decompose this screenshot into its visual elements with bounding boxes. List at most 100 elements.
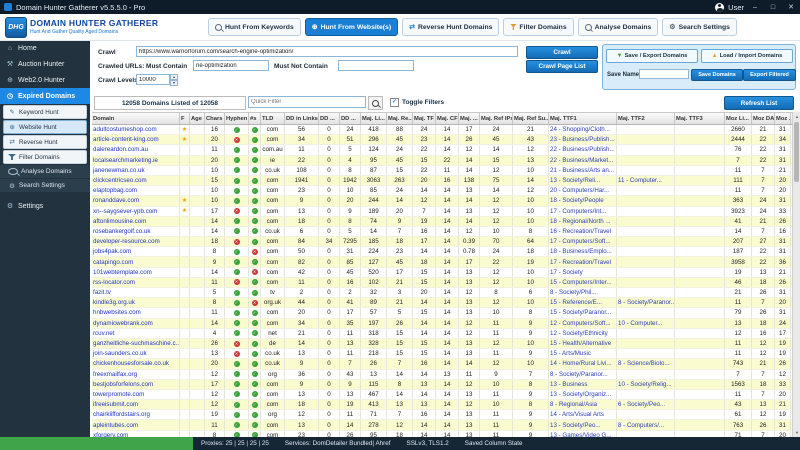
scroll-down-icon[interactable]: ▼ [793, 428, 800, 437]
crawl-button[interactable]: Crawl [526, 46, 598, 59]
quick-filter-input[interactable] [248, 96, 366, 108]
column-header-maj-ref-su[interactable]: Maj. Ref Su... [513, 113, 549, 124]
load-import-button[interactable]: ▲ Load / Import Domains [701, 49, 793, 63]
tab-reverse-hunt-domains[interactable]: ⇄ Reverse Hunt Domains [402, 18, 499, 36]
sidebar-item-analyse-domains[interactable]: Analyse Domains [0, 165, 90, 178]
must-contain-input[interactable] [193, 60, 269, 71]
must-not-contain-input[interactable] [338, 60, 414, 71]
table-row[interactable]: ganzheitliche-suchmaschine.c...26✕✓de140… [92, 339, 792, 349]
column-header-maj-ttf1[interactable]: Maj. TTF1 [549, 113, 617, 124]
column-header-moz-da[interactable]: Moz DA [752, 113, 775, 124]
tab-analyse-domains[interactable]: Analyse Domains [578, 18, 659, 36]
tab-hunt-from-keywords[interactable]: Hunt From Keywords [208, 18, 301, 36]
crawl-url-input[interactable] [136, 46, 518, 57]
sidebar-item-keyword-hunt[interactable]: ✎ Keyword Hunt [3, 105, 87, 119]
column-header-dd[interactable]: DD ... [340, 113, 361, 124]
tab-search-settings[interactable]: ⚙ Search Settings [662, 18, 737, 36]
sidebar-item-search-settings[interactable]: ⚙ Search Settings [0, 179, 90, 192]
table-row[interactable]: apleintubes.com11✓✓com130142781214141311… [92, 420, 792, 430]
scroll-thumb[interactable] [794, 122, 799, 182]
table-row[interactable]: bestjobsforfelons.com17✓✓com909115813141… [92, 380, 792, 390]
cell-num [190, 166, 205, 175]
column-header-maj-ttf2[interactable]: Maj. TTF2 [617, 113, 675, 124]
column-header-tld[interactable]: TLD [261, 113, 285, 124]
table-row[interactable]: chickenhousesforsale.co.uk20✓✓co.uk90726… [92, 359, 792, 369]
sidebar-item-website-hunt[interactable]: ⊕ Website Hunt [3, 120, 87, 134]
column-header-maj-li[interactable]: Maj. Li... [361, 113, 387, 124]
export-filtered-button[interactable]: Export Filtered [743, 69, 796, 81]
table-row[interactable]: ronanddave.com★10✓✓com902024414121414121… [92, 196, 792, 206]
crawl-page-list-button[interactable]: Crawl Page List [526, 60, 598, 73]
sidebar-item-expired-domains[interactable]: ◷ Expired Domains [0, 88, 90, 104]
table-row[interactable]: developer-resource.com18✕✓com84347295185… [92, 237, 792, 247]
table-row[interactable]: xn--saygsever-ypb.com★17✕✓com13091892071… [92, 207, 792, 217]
search-button[interactable] [368, 96, 383, 110]
column-header-maj-tf[interactable]: Maj. TF [413, 113, 436, 124]
column-header-moz-li[interactable]: Moz Li... [725, 113, 752, 124]
cell-ttf [617, 390, 675, 399]
save-name-input[interactable] [639, 69, 689, 79]
tab-filter-domains[interactable]: Filter Domains [503, 18, 573, 36]
column-header-moz[interactable]: Moz ... [775, 113, 791, 124]
cell-num: 24 [480, 125, 513, 134]
table-row[interactable]: rosebankergolf.co.uk14✓✓co.uk60514716141… [92, 227, 792, 237]
table-row[interactable]: ifreeisubmit.com12✓✓com18019413131314121… [92, 400, 792, 410]
refresh-list-button[interactable]: Refresh List [724, 96, 794, 110]
sidebar-item-auction-hunter[interactable]: ⚒ Auction Hunter [0, 56, 90, 72]
user-label[interactable]: User [728, 3, 744, 12]
table-row[interactable]: chairkliffordstairs.org19✓✓org1201171716… [92, 410, 792, 420]
cell-num: 26 [775, 278, 791, 287]
table-row[interactable]: kindle3g.org.uk8✓✕org.uk4404189211414131… [92, 298, 792, 308]
column-header-domain[interactable]: Domain [92, 113, 180, 124]
save-domains-button[interactable]: Save Domains [691, 69, 743, 81]
table-row[interactable]: elaptopbag.com10✓✓com2301085241414131412… [92, 186, 792, 196]
table-row[interactable]: rss-locator.com11✕✓com110161022115141312… [92, 278, 792, 288]
spin-down-icon[interactable]: ▼ [170, 80, 178, 86]
tab-hunt-from-websites[interactable]: ⊕ Hunt From Website(s) [305, 18, 398, 36]
column-header-dd-in-links[interactable]: DD in Links [285, 113, 319, 124]
table-row[interactable]: 101webtemplate.com14✓✕com420455201715141… [92, 268, 792, 278]
table-row[interactable]: janenewman.co.uk10✓✓co.uk108088715221114… [92, 166, 792, 176]
sidebar-item-filter-domains[interactable]: Filter Domains [3, 150, 87, 164]
table-row[interactable]: freexmailfax.org12✓✓org36043131414131197… [92, 370, 792, 380]
table-row[interactable]: hnbwebsites.com11✓✓com200175751514131081… [92, 308, 792, 318]
table-row[interactable]: article-content-king.com★20✕✓com34051296… [92, 135, 792, 145]
column-header-maj-ref-ips[interactable]: Maj. Ref IPs [480, 113, 513, 124]
sidebar-item-home[interactable]: ⌂ Home [0, 40, 90, 56]
maximize-button[interactable]: □ [766, 0, 780, 14]
table-row[interactable]: catapingo.com9✓✓com820851274518141722191… [92, 257, 792, 267]
table-row[interactable]: adultcostumeshop.com★16✓✓com560244188824… [92, 125, 792, 135]
table-row[interactable]: dynamicwebrank.com14✓✓com340351972614141… [92, 319, 792, 329]
column-header-hyphen[interactable]: Hyphen [225, 113, 249, 124]
table-row[interactable]: join-saunders.co.uk13✕✓co.uk130112181515… [92, 349, 792, 359]
sidebar-item-reverse-hunt[interactable]: ⇄ Reverse Hunt [3, 135, 87, 149]
sidebar-item-settings[interactable]: ⚙ Settings [0, 198, 90, 214]
table-row[interactable]: towerpromote.com12✓✓com13013467141414131… [92, 390, 792, 400]
column-header-age[interactable]: Age [190, 113, 205, 124]
column-header-maj-ttf3[interactable]: Maj. TTF3 [675, 113, 725, 124]
column-header-maj[interactable]: Maj. ... [459, 113, 480, 124]
column-header-chars[interactable]: Chars [205, 113, 225, 124]
column-header-maj-cf[interactable]: Maj. CF [436, 113, 459, 124]
column-header-maj-re[interactable]: Maj. Re... [387, 113, 413, 124]
save-export-button[interactable]: ▼ Save / Export Domains [606, 49, 698, 63]
close-button[interactable]: ✕ [784, 0, 798, 14]
column-header-f[interactable]: F [180, 113, 190, 124]
toggle-filters[interactable]: ✓ Toggle Filters [390, 96, 444, 108]
minimize-button[interactable]: – [748, 0, 762, 14]
crawl-levels-stepper[interactable]: ▲ ▼ [170, 74, 178, 85]
sidebar-item-web20-hunter[interactable]: ⊕ Web2.0 Hunter [0, 72, 90, 88]
table-row[interactable]: dalereardon.com.au11✓✓com.au110512424221… [92, 145, 792, 155]
table-row[interactable]: aftonlimousine.com14✓✓com180874919141412… [92, 217, 792, 227]
table-row[interactable]: localsearchmarketing.ie20✓✓ie22049545152… [92, 156, 792, 166]
table-row[interactable]: rcuv.net4✓✓net210113181514141211912 - So… [92, 329, 792, 339]
column-header-s[interactable]: #s [249, 113, 261, 124]
scroll-up-icon[interactable]: ▲ [793, 112, 800, 121]
table-row[interactable]: fazit.tv5✓✓tv202323201412868 - Society/P… [92, 288, 792, 298]
cell-num: 14 [387, 390, 413, 399]
vertical-scrollbar[interactable]: ▲ ▼ [792, 112, 800, 437]
crawl-levels-input[interactable] [136, 74, 170, 85]
column-header-dd[interactable]: DD ... [319, 113, 340, 124]
table-row[interactable]: clickcentricseo.com15✓✓com19410194230632… [92, 176, 792, 186]
table-row[interactable]: jobs4pak.com8✓✕com500312242314140.782418… [92, 247, 792, 257]
